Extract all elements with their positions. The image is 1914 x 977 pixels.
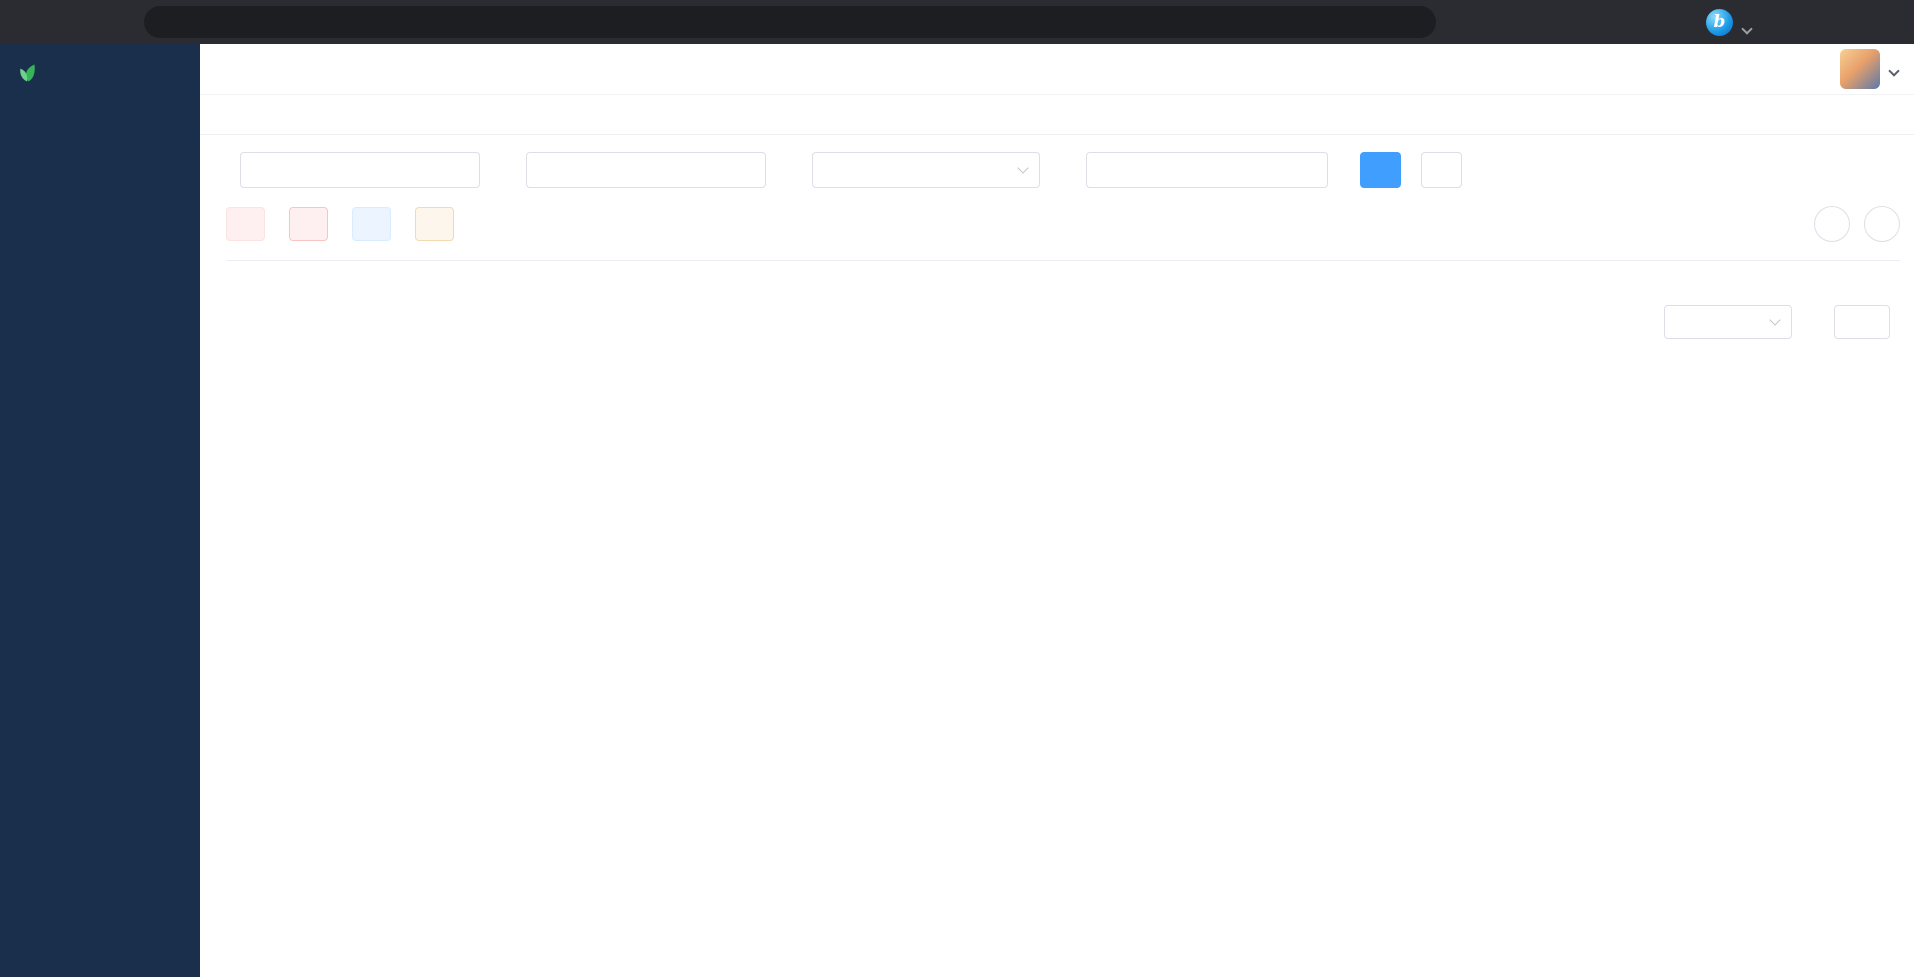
browser-chrome: b (0, 0, 1914, 44)
split-screen-icon[interactable] (1488, 3, 1528, 41)
export-button[interactable] (415, 207, 454, 241)
topbar-actions (1630, 49, 1898, 89)
page-content (200, 135, 1914, 977)
login-time-range-picker[interactable] (1086, 152, 1328, 188)
browser-essentials-icon[interactable] (1446, 3, 1486, 41)
delete-button[interactable] (226, 207, 265, 241)
page-size-select[interactable] (1664, 305, 1792, 339)
chevron-down-icon[interactable] (1741, 23, 1752, 34)
font-size-icon[interactable] (1798, 57, 1822, 81)
favorites-icon[interactable] (1530, 3, 1570, 41)
search-icon[interactable] (1630, 57, 1654, 81)
chevron-down-icon (1017, 162, 1028, 173)
login-ip-input[interactable] (240, 152, 480, 188)
site-info-icon[interactable] (156, 8, 190, 36)
read-aloud-icon[interactable] (1324, 8, 1358, 36)
leaf-logo-icon (16, 60, 40, 84)
back-icon[interactable] (10, 3, 50, 41)
github-icon[interactable] (1672, 57, 1696, 81)
help-icon[interactable] (1714, 57, 1738, 81)
refresh-page-icon[interactable] (52, 3, 92, 41)
refresh-table-button[interactable] (1864, 206, 1900, 242)
clear-button[interactable] (289, 207, 328, 241)
zoom-out-icon[interactable] (1360, 8, 1394, 36)
table-toolbar (226, 206, 1900, 242)
goto-page-input[interactable] (1834, 305, 1890, 339)
reset-button[interactable] (1421, 152, 1462, 188)
collections-icon[interactable] (1572, 3, 1612, 41)
fullscreen-icon[interactable] (1756, 57, 1780, 81)
browser-profile-icon[interactable] (1614, 3, 1654, 41)
toggle-search-button[interactable] (1814, 206, 1850, 242)
app-logo (0, 44, 200, 100)
search-button[interactable] (1360, 152, 1401, 188)
sidebar (0, 44, 200, 977)
chevron-down-icon (1769, 314, 1780, 325)
address-bar[interactable] (144, 6, 1436, 38)
password-key-icon[interactable] (1288, 8, 1322, 36)
unlock-button[interactable] (352, 207, 391, 241)
collapse-sidebar-icon[interactable] (224, 54, 254, 84)
more-options-icon[interactable] (1656, 3, 1696, 41)
pagination (226, 305, 1900, 339)
table-header (226, 260, 1900, 261)
tabs-bar (200, 95, 1914, 135)
username-input[interactable] (526, 152, 766, 188)
filter-form (226, 152, 1900, 188)
avatar-chevron-down-icon[interactable] (1888, 65, 1899, 76)
bing-chat-icon[interactable]: b (1706, 9, 1733, 36)
status-select[interactable] (812, 152, 1040, 188)
add-favorite-icon[interactable] (1396, 8, 1430, 36)
avatar[interactable] (1840, 49, 1880, 89)
topbar (200, 44, 1914, 95)
login-log-table (226, 260, 1900, 261)
browser-home-icon[interactable] (94, 3, 134, 41)
